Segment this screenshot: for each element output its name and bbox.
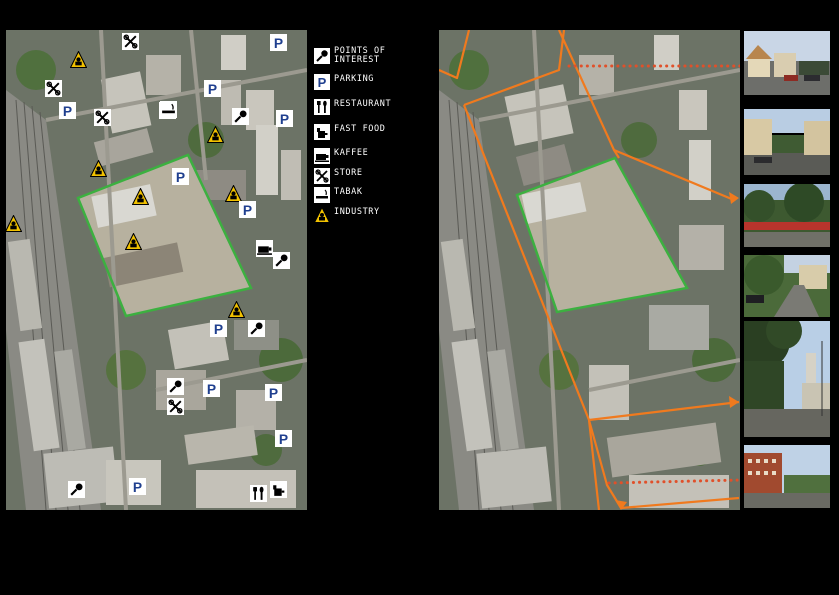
industry-icon[interactable] — [70, 51, 87, 68]
points-of-interest-icon[interactable] — [248, 320, 265, 337]
street-view-photo-3[interactable] — [744, 184, 830, 247]
aerial-photo-left — [6, 30, 307, 510]
legend-label: STORE — [334, 168, 363, 178]
restaurant-icon[interactable] — [250, 485, 267, 502]
points-of-interest-icon — [314, 48, 330, 64]
fast-food-icon[interactable] — [270, 481, 287, 498]
svg-text:P: P — [208, 81, 217, 97]
kaffee-icon[interactable] — [256, 240, 273, 257]
svg-text:P: P — [243, 202, 252, 218]
industry-icon[interactable] — [90, 160, 107, 177]
legend-label: TABAK — [334, 187, 363, 197]
parking-icon[interactable]: P — [210, 320, 227, 337]
legend-label: POINTS OF INTEREST — [334, 46, 386, 65]
parking-icon[interactable]: P — [129, 478, 146, 495]
svg-text:P: P — [176, 169, 185, 185]
points-of-interest-icon[interactable] — [68, 481, 85, 498]
parking-icon[interactable]: P — [265, 384, 282, 401]
parking-icon[interactable]: P — [276, 110, 293, 127]
industry-icon — [313, 206, 331, 223]
kaffee-icon — [314, 148, 330, 164]
industry-icon[interactable] — [132, 188, 149, 205]
store-icon[interactable] — [122, 33, 139, 50]
street-view-photo-1[interactable] — [744, 31, 830, 95]
industry-icon[interactable] — [228, 301, 245, 318]
parking-icon[interactable]: P — [204, 80, 221, 97]
street-view-photo-6[interactable] — [744, 445, 830, 508]
restaurant-icon — [314, 99, 330, 115]
svg-text:P: P — [214, 321, 223, 337]
legend-label: KAFFEE — [334, 148, 369, 158]
svg-text:P: P — [63, 103, 72, 119]
svg-text:P: P — [269, 385, 278, 401]
industry-icon[interactable] — [125, 233, 142, 250]
svg-text:P: P — [133, 479, 142, 495]
industry-icon[interactable] — [6, 215, 22, 232]
svg-text:P: P — [318, 75, 327, 90]
legend-label: INDUSTRY — [334, 207, 380, 217]
industry-icon[interactable] — [225, 185, 242, 202]
tabak-icon[interactable] — [160, 101, 177, 118]
parking-icon[interactable]: P — [59, 102, 76, 119]
parking-icon[interactable]: P — [275, 430, 292, 447]
svg-text:P: P — [207, 381, 216, 397]
street-view-photo-5[interactable] — [744, 321, 830, 437]
parking-icon[interactable]: P — [239, 201, 256, 218]
parking-icon[interactable]: P — [270, 34, 287, 51]
points-of-interest-icon[interactable] — [232, 108, 249, 125]
points-of-interest-icon[interactable] — [273, 252, 290, 269]
legend-label: PARKING — [334, 74, 375, 84]
street-view-photo-2[interactable] — [744, 109, 830, 175]
tabak-icon — [314, 187, 330, 203]
store-icon — [314, 168, 330, 184]
svg-text:P: P — [279, 431, 288, 447]
aerial-photo-right — [439, 30, 740, 510]
industry-icon[interactable] — [207, 126, 224, 143]
parking-icon[interactable]: P — [203, 380, 220, 397]
aerial-map-views[interactable] — [439, 30, 740, 510]
store-icon[interactable] — [167, 398, 184, 415]
legend-label: FAST FOOD — [334, 124, 386, 134]
store-icon[interactable] — [45, 80, 62, 97]
aerial-map-poi[interactable]: P P P P P P P P P P P — [6, 30, 307, 510]
parking-icon[interactable]: P — [172, 168, 189, 185]
points-of-interest-icon[interactable] — [167, 378, 184, 395]
svg-text:P: P — [280, 111, 289, 127]
parking-icon: P — [314, 74, 330, 90]
svg-text:P: P — [274, 35, 283, 51]
legend-label: RESTAURANT — [334, 99, 392, 109]
fast-food-icon — [314, 124, 330, 140]
street-view-photo-4[interactable] — [744, 255, 830, 317]
store-icon[interactable] — [94, 109, 111, 126]
